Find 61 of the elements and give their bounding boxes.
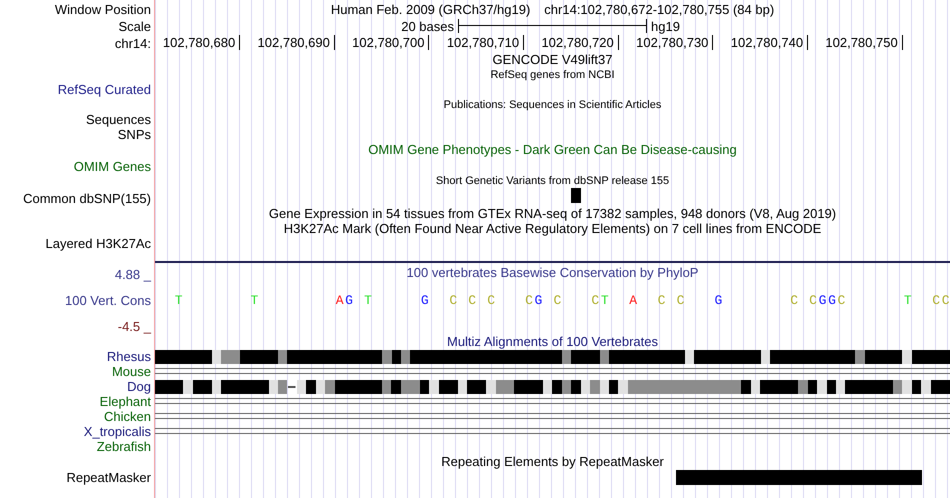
track-label[interactable]: X_tropicalis <box>84 424 151 439</box>
alignment-block <box>608 380 618 394</box>
row-label: chr14: <box>114 36 151 50</box>
row-label: Window Position <box>54 2 151 16</box>
ruler-tick: 102,780,730 <box>636 35 714 50</box>
alignment-block <box>571 188 581 203</box>
track-title: Gene Expression in 54 tissues from GTEx RNA-seq of 17382 samples, 948 donors (V8, Aug 2019) <box>268 206 836 221</box>
position-text: chr14:102,780,672-102,780,755 (84 bp) <box>544 2 774 16</box>
track-label[interactable]: SNPs <box>118 127 151 142</box>
alignment-block <box>306 380 316 394</box>
track-title: 100 vertebrates Basewise Conservation by PhyloP <box>406 265 698 280</box>
track-label[interactable]: Rhesus <box>106 349 151 364</box>
track-title: H3K27Ac Mark (Often Found Near Active Regulatory Elements) on 7 cell lines from ENCODE <box>284 221 822 236</box>
track-label[interactable]: OMIM Genes <box>74 159 151 174</box>
alignment-block <box>316 380 326 394</box>
ruler-tick: 102,780,710 <box>446 35 524 50</box>
track-caption: RefSeq genes from NCBI <box>490 68 615 82</box>
alignment-block <box>392 350 401 364</box>
track-label[interactable]: Sequences <box>86 112 151 127</box>
track-caption: Publications: Sequences in Scientific Articles <box>444 98 662 112</box>
ruler-tick: 102,780,750 <box>825 35 903 50</box>
conservation-logo: T T AG T G C C C CG C CT A C C G C CGGC T CC <box>174 294 950 308</box>
track-title: GENCODE V49lift37 <box>492 52 612 67</box>
ruler-tick: 102,780,690 <box>258 35 335 50</box>
track-title: Repeating Elements by RepeatMasker <box>441 454 664 469</box>
axis-label: 4.88 _ <box>114 267 151 282</box>
alignment-block <box>571 380 581 394</box>
alignment-block <box>562 380 572 394</box>
alignment-block <box>278 380 288 394</box>
ruler-tick: 102,780,720 <box>541 35 619 50</box>
alignment-block <box>552 380 562 394</box>
track-label[interactable]: Chicken <box>104 409 151 424</box>
track-title: Multiz Alignments of 100 Vertebrates <box>446 334 658 349</box>
alignment-block <box>296 380 306 394</box>
alignment-block <box>808 380 818 394</box>
ruler-tick: 102,780,680 <box>162 35 240 50</box>
row-label: Scale <box>118 18 151 34</box>
alignment-block <box>912 380 922 394</box>
track-label[interactable]: Dog <box>127 379 151 394</box>
ruler-tick: 102,780,740 <box>730 35 808 50</box>
track-label[interactable]: Elephant <box>100 394 151 409</box>
alignment-block <box>902 380 912 394</box>
track-label[interactable]: RepeatMasker <box>66 470 151 484</box>
track-label[interactable]: Mouse <box>112 364 151 379</box>
alignment-block <box>600 380 609 394</box>
ruler-tick: 102,780,700 <box>352 35 430 50</box>
scale-assembly: hg19 <box>651 18 680 34</box>
track-label[interactable]: Zebrafish <box>96 439 151 454</box>
track-label[interactable]: 100 Vert. Cons <box>65 293 151 308</box>
track-caption: Short Genetic Variants from dbSNP release 155 <box>436 174 670 188</box>
axis-label: -4.5 _ <box>118 319 151 334</box>
alignment-block <box>590 380 600 394</box>
track-label[interactable]: RefSeq Curated <box>58 82 151 97</box>
alignment-block <box>826 380 836 394</box>
track-label[interactable]: Common dbSNP(155) <box>23 191 151 206</box>
scale-length: 20 bases <box>401 18 454 34</box>
track-label[interactable]: Layered H3K27Ac <box>45 236 151 251</box>
alignment-block <box>817 380 827 394</box>
alignment-block <box>580 380 590 394</box>
assembly-title: Human Feb. 2009 (GRCh37/hg19) <box>330 2 530 16</box>
track-title: OMIM Gene Phenotypes - Dark Green Can Be Disease-causing <box>368 142 737 157</box>
